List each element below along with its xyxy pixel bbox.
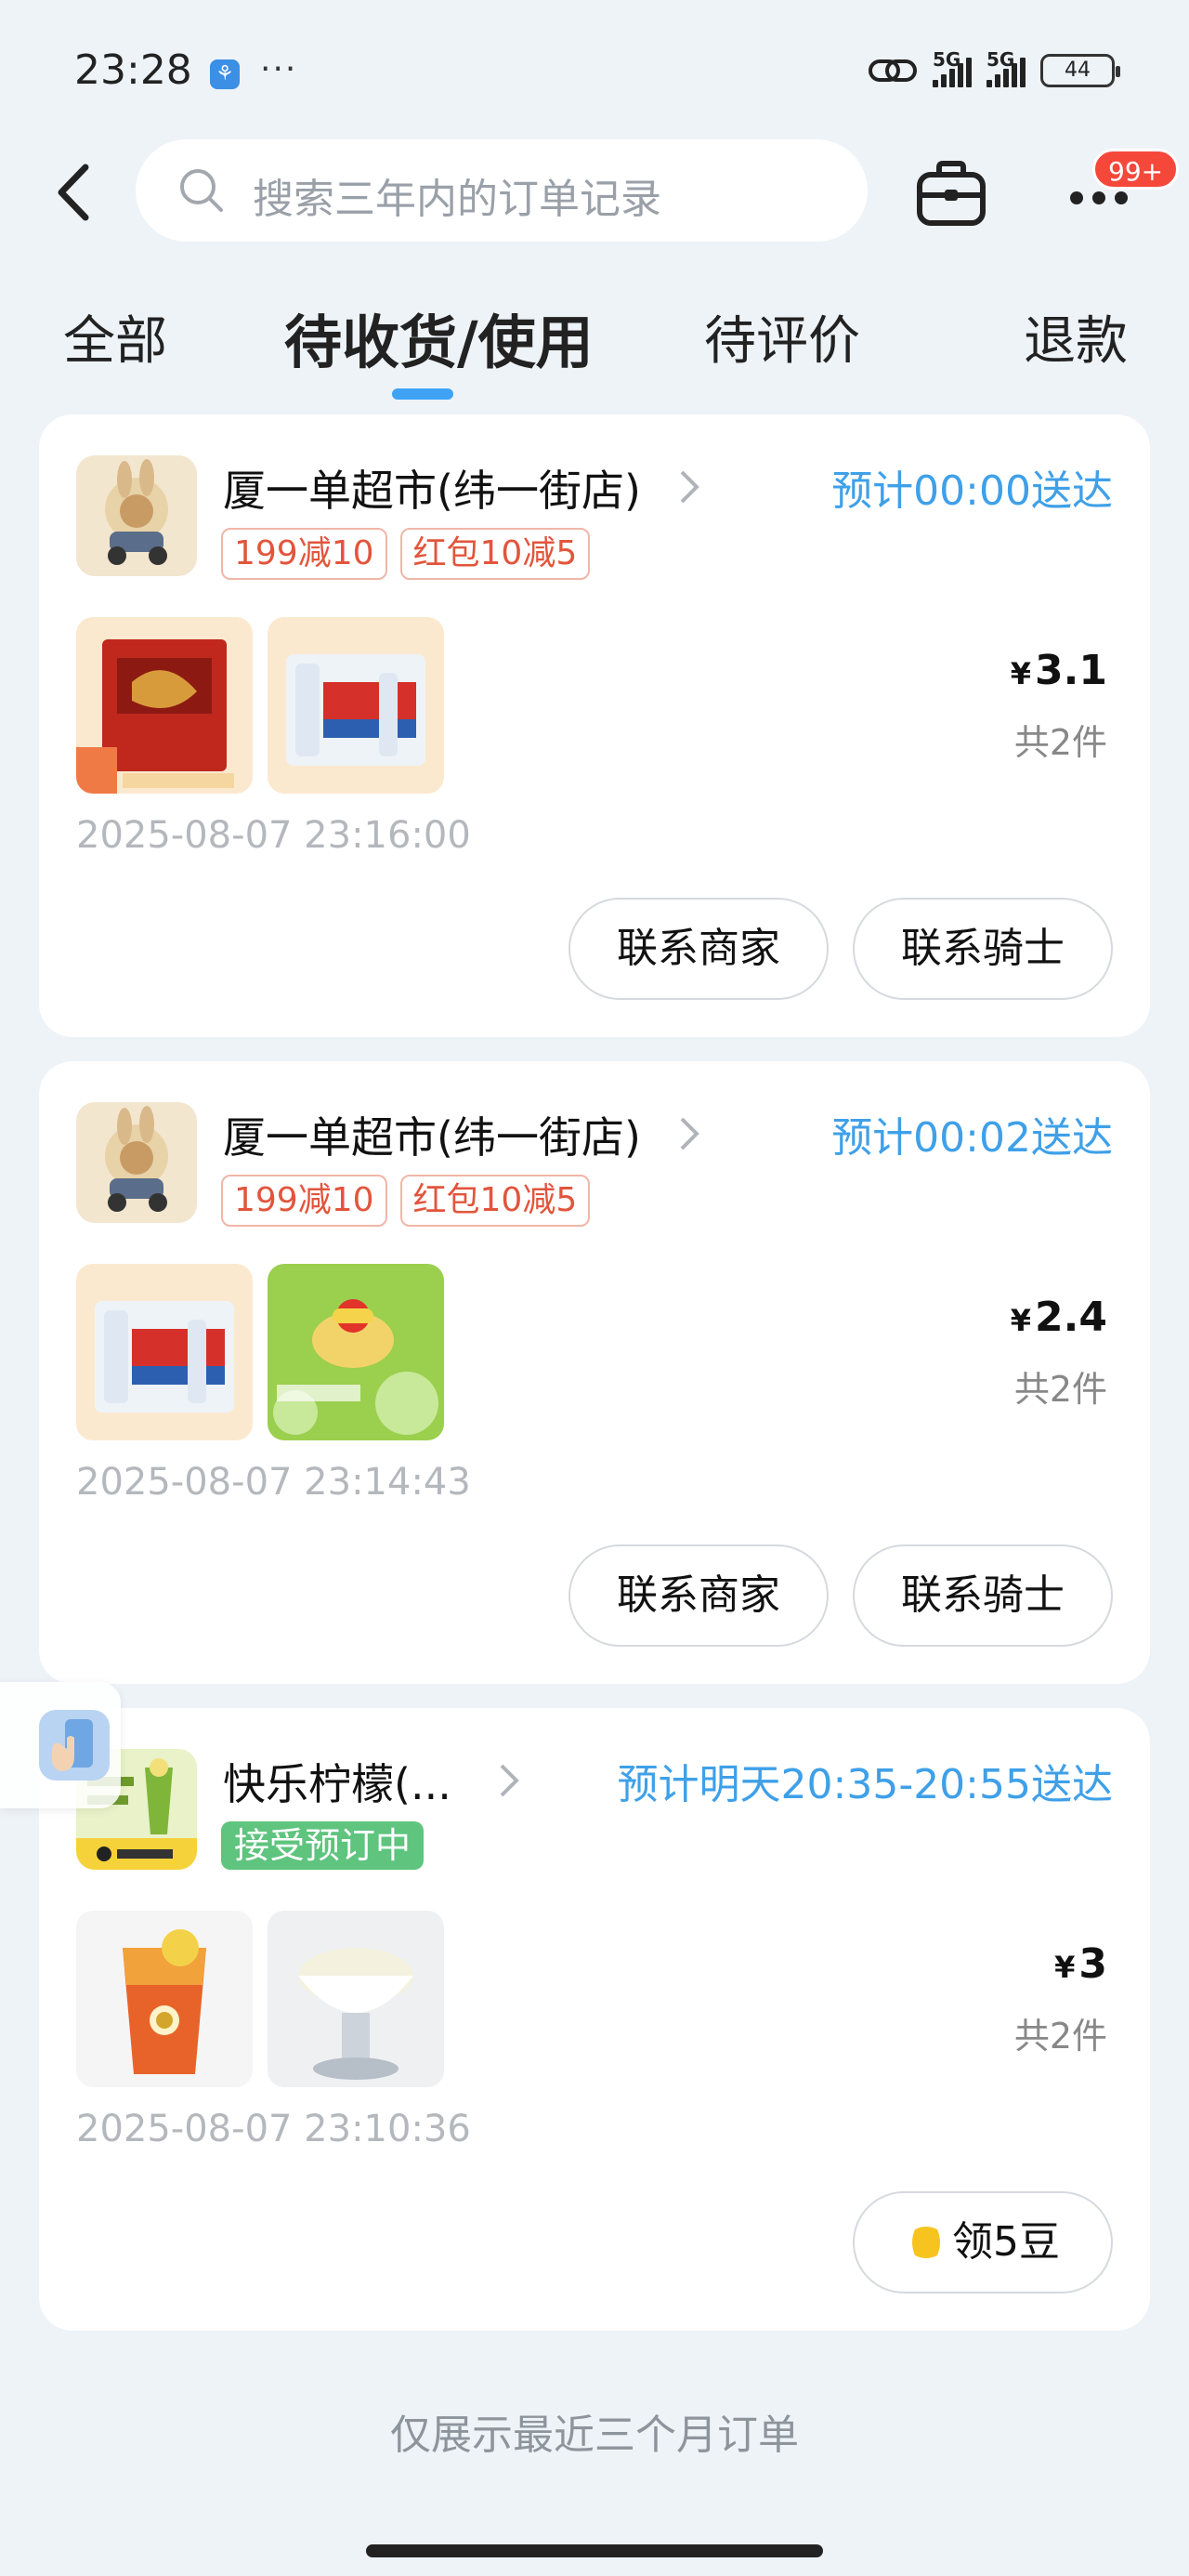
item-count: 共2件 — [1013, 2016, 1107, 2057]
product-image[interactable] — [268, 1264, 444, 1440]
shop-logo[interactable] — [76, 455, 197, 576]
network-label-1: 5G — [933, 48, 961, 71]
currency-symbol: ¥ — [1010, 1303, 1032, 1338]
price-value: 2.4 — [1035, 1294, 1107, 1341]
chevron-right-icon — [500, 1764, 519, 1797]
network-label-2: 5G — [986, 48, 1015, 71]
notification-app-icon: ⚘ — [210, 59, 240, 89]
active-tab-indicator — [392, 388, 453, 400]
promo-tag: 199减10 — [221, 1175, 387, 1227]
contact-merchant-button[interactable]: 联系商家 — [568, 898, 829, 1000]
item-count: 共2件 — [1013, 722, 1107, 763]
more-notifications-icon: ··· — [260, 50, 298, 88]
claim-beans-label: 领5豆 — [952, 2218, 1060, 2266]
promo-tag: 199减10 — [221, 528, 387, 580]
order-price: ¥2.4 — [1011, 1294, 1107, 1341]
tab-pending-review[interactable]: 待评价 — [704, 299, 860, 375]
bean-coin-icon — [912, 2227, 940, 2258]
shop-logo[interactable] — [76, 1102, 197, 1223]
floating-assistant-button[interactable] — [0, 1682, 121, 1808]
chevron-right-icon — [680, 470, 699, 504]
delivery-time: 预计明天20:35-20:55送达 — [617, 1761, 1113, 1808]
contact-merchant-button[interactable]: 联系商家 — [568, 1544, 829, 1647]
signal-icon-2: 5G — [986, 48, 1026, 87]
status-bar: 23:28 ⚘ ··· 5G 5G 44 — [0, 0, 1189, 139]
order-price: ¥3.1 — [1011, 647, 1107, 694]
more-menu-button[interactable]: 99+ — [1059, 149, 1180, 242]
item-count: 共2件 — [1013, 1369, 1107, 1410]
order-price: ¥3 — [1054, 1940, 1107, 1988]
promo-tags: 199减10 红包10减5 — [221, 528, 591, 580]
product-image[interactable] — [268, 1911, 444, 2087]
delivery-time: 预计00:02送达 — [831, 1114, 1113, 1162]
order-card[interactable]: 快乐柠檬(... 预计明天20:35-20:55送达 接受预订中 ¥3 共2件 … — [39, 1708, 1150, 2331]
search-icon — [180, 169, 223, 212]
product-image[interactable] — [76, 617, 253, 794]
hand-phone-icon — [39, 1710, 110, 1781]
status-tags: 接受预订中 — [221, 1821, 425, 1870]
header: 搜索三年内的订单记录 99+ — [0, 139, 1189, 260]
price-value: 3.1 — [1035, 647, 1107, 694]
tab-all[interactable]: 全部 — [63, 299, 167, 375]
footer-note: 仅展示最近三个月订单 — [390, 2412, 799, 2459]
currency-symbol: ¥ — [1054, 1950, 1076, 1985]
order-time: 2025-08-07 23:14:43 — [76, 1461, 471, 1504]
tab-pending-delivery[interactable]: 待收货/使用 — [284, 296, 594, 379]
shop-name[interactable]: 厦一单超市(纬一街店) — [223, 457, 641, 519]
promo-tag: 红包10减5 — [399, 1175, 591, 1227]
search-input[interactable]: 搜索三年内的订单记录 — [136, 139, 868, 242]
price-value: 3 — [1078, 1940, 1107, 1988]
status-indicators: 5G 5G 44 — [868, 48, 1120, 87]
delivery-time: 预计00:00送达 — [831, 467, 1113, 515]
status-time: 23:28 — [74, 46, 192, 94]
promo-tags: 199减10 红包10减5 — [221, 1175, 591, 1227]
message-badge: 99+ — [1092, 149, 1180, 190]
currency-symbol: ¥ — [1010, 656, 1032, 691]
contact-rider-button[interactable]: 联系骑士 — [853, 1544, 1113, 1647]
order-card[interactable]: 厦一单超市(纬一街店) 预计00:02送达 199减10 红包10减5 ¥2.4… — [39, 1061, 1150, 1684]
chevron-right-icon — [680, 1117, 699, 1150]
signal-icon-1: 5G — [933, 48, 972, 87]
claim-beans-button[interactable]: 领5豆 — [853, 2191, 1113, 2293]
contact-rider-button[interactable]: 联系骑士 — [853, 898, 1113, 1000]
order-tabs: 全部 待收货/使用 待评价 退款 — [0, 288, 1189, 409]
back-icon[interactable] — [48, 160, 104, 225]
link-icon — [869, 59, 917, 82]
product-image[interactable] — [268, 617, 444, 794]
briefcase-icon[interactable] — [914, 158, 988, 229]
search-placeholder: 搜索三年内的订单记录 — [253, 176, 661, 223]
more-icon — [1070, 191, 1128, 204]
shop-name[interactable]: 厦一单超市(纬一街店) — [223, 1104, 641, 1165]
product-image[interactable] — [76, 1264, 253, 1440]
product-image[interactable] — [76, 1911, 253, 2087]
tab-refund[interactable]: 退款 — [1024, 299, 1128, 375]
order-time: 2025-08-07 23:10:36 — [76, 2108, 471, 2150]
reservation-status-badge: 接受预订中 — [221, 1821, 425, 1870]
shop-name[interactable]: 快乐柠檬(... — [223, 1751, 451, 1812]
order-card[interactable]: 厦一单超市(纬一街店) 预计00:00送达 199减10 红包10减5 ¥3.1… — [39, 414, 1150, 1037]
promo-tag: 红包10减5 — [399, 528, 591, 580]
battery-icon: 44 — [1040, 54, 1120, 87]
order-time: 2025-08-07 23:16:00 — [76, 814, 471, 857]
home-indicator[interactable] — [366, 2544, 823, 2557]
